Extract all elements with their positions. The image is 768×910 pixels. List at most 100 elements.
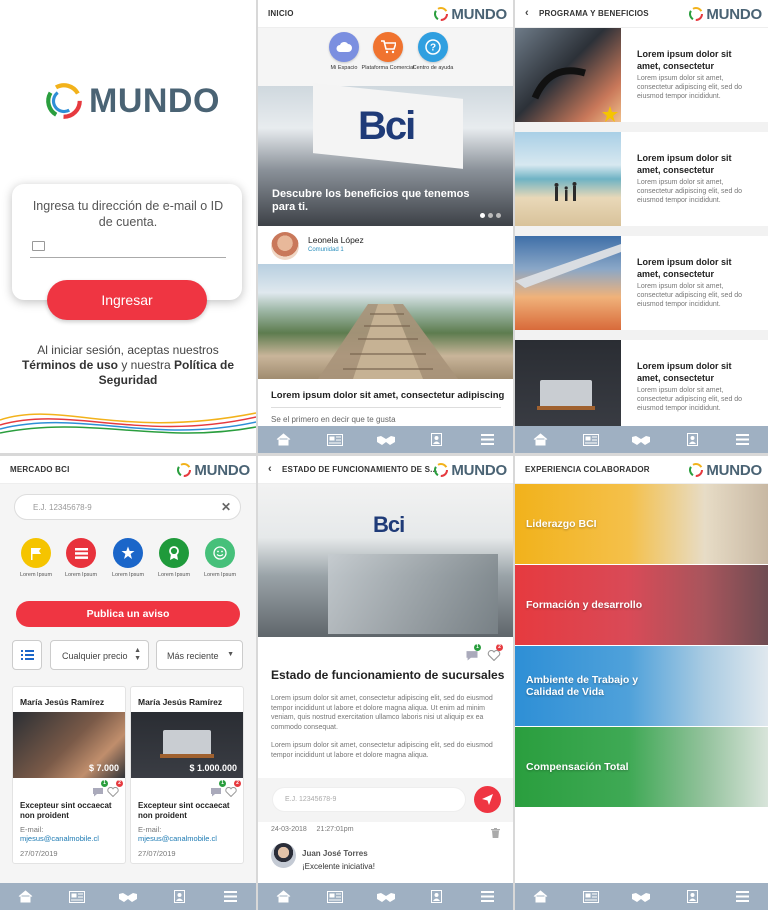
sort-arrows-icon: ▲ ▼ <box>134 647 141 662</box>
post-author[interactable]: Leonela López <box>308 235 364 245</box>
category-item[interactable]: Lorem Ipsum <box>13 538 59 578</box>
home-icon[interactable] <box>274 432 294 448</box>
category-item[interactable]: Lorem Ipsum <box>197 538 243 578</box>
mundo-logo: MUNDO <box>43 80 220 122</box>
category-item[interactable]: Lorem Ipsum <box>58 538 104 578</box>
listing-card[interactable]: María Jesús Ramírez $ 1.000.000 1 2 Exce… <box>130 686 244 864</box>
post-community[interactable]: Comunidad 1 <box>308 247 344 253</box>
listing-email[interactable]: mjesus@canalmobile.cl <box>138 834 217 843</box>
menu-icon[interactable] <box>478 889 498 905</box>
back-icon[interactable]: ‹ <box>525 7 529 19</box>
program-card[interactable]: Lorem ipsum dolor sit amet, consectetur … <box>515 236 768 330</box>
contact-icon[interactable] <box>427 889 447 905</box>
contact-icon[interactable] <box>427 432 447 448</box>
news-icon[interactable] <box>581 432 601 448</box>
experience-band-compensacion[interactable]: Compensación Total <box>515 727 768 807</box>
category-item[interactable]: Lorem Ipsum <box>105 538 151 578</box>
news-icon[interactable] <box>325 432 345 448</box>
panel-divider <box>0 453 768 456</box>
send-button[interactable] <box>474 786 501 813</box>
home-icon[interactable] <box>530 889 550 905</box>
comment-icon[interactable]: 1 <box>210 780 226 797</box>
mundo-logo: MUNDO <box>433 461 507 479</box>
article-hero-image: Bci <box>258 484 513 637</box>
mundo-logo-text: MUNDO <box>451 5 507 23</box>
article-paragraph: Lorem ipsum dolor sit amet, consectetur … <box>271 695 493 731</box>
publish-ad-button[interactable]: Publica un aviso <box>16 601 240 627</box>
news-icon[interactable] <box>325 889 345 905</box>
band-label: Compensación Total <box>526 761 629 773</box>
menu-icon[interactable] <box>733 432 753 448</box>
handshake-icon[interactable] <box>118 889 138 905</box>
contact-icon[interactable] <box>682 889 702 905</box>
comment-author[interactable]: Juan José Torres <box>302 849 368 858</box>
trash-icon[interactable] <box>491 825 500 843</box>
category-item[interactable]: Lorem Ipsum <box>151 538 197 578</box>
heart-icon[interactable]: 2 <box>487 644 503 662</box>
comment-icon[interactable]: 1 <box>465 644 481 661</box>
mundo-logo-text: MUNDO <box>89 81 220 120</box>
heart-icon[interactable]: 2 <box>107 780 123 798</box>
comment-placeholder: E.J. 12345678-9 <box>285 796 337 803</box>
experience-band-ambiente[interactable]: Ambiente de Trabajo y Calidad de Vida <box>515 646 768 726</box>
handshake-icon[interactable] <box>631 432 651 448</box>
price-filter-select[interactable]: Cualquier precio ▲ ▼ <box>50 640 149 670</box>
price-filter-value: Cualquier precio <box>62 651 128 661</box>
cloud-icon <box>329 32 359 62</box>
program-card[interactable]: Lorem ipsum dolor sit amet, consectetur … <box>515 132 768 226</box>
terms-prefix: Al iniciar sesión, aceptas nuestros <box>37 343 219 357</box>
home-icon[interactable] <box>16 889 36 905</box>
market-search-input[interactable]: E.J. 12345678-9 ✕ <box>14 494 241 520</box>
listing-email[interactable]: mjesus@canalmobile.cl <box>20 834 99 843</box>
beach-image <box>515 132 621 226</box>
list-view-toggle[interactable] <box>12 640 42 670</box>
menu-icon[interactable] <box>733 889 753 905</box>
mundo-logo: MUNDO <box>176 461 250 479</box>
mundo-logo-text: MUNDO <box>706 461 762 479</box>
hero-banner[interactable]: Bci Descubre los beneficios que tenemos … <box>258 83 513 226</box>
login-prompt: Ingresa tu dirección de e-mail o ID de c… <box>32 199 224 229</box>
carousel-dots[interactable] <box>480 213 501 218</box>
sort-select[interactable]: Más reciente ▼ <box>156 640 243 670</box>
program-card-title: Lorem ipsum dolor sit amet, consectetur <box>637 257 732 279</box>
program-card[interactable]: Lorem ipsum dolor sit amet, consectetur … <box>515 28 768 122</box>
back-icon[interactable]: ‹ <box>268 463 272 475</box>
comment-input[interactable]: E.J. 12345678-9 <box>272 787 466 812</box>
handshake-icon[interactable] <box>376 889 396 905</box>
program-card[interactable]: Lorem ipsum dolor sit amet, consectetur … <box>515 340 768 434</box>
feed-post: Leonela López Comunidad 1 Lorem ipsum do… <box>258 226 513 426</box>
account-id-input[interactable] <box>30 238 226 258</box>
terms-link[interactable]: Términos de uso <box>22 358 118 372</box>
page-title: MERCADO BCI <box>10 465 70 474</box>
home-icon[interactable] <box>274 889 294 905</box>
listing-date: 27/07/2019 <box>20 849 58 858</box>
id-card-icon <box>32 241 45 251</box>
svg-text:?: ? <box>430 43 436 54</box>
home-icon[interactable] <box>530 432 550 448</box>
menu-icon[interactable] <box>220 889 240 905</box>
menu-icon[interactable] <box>478 432 498 448</box>
comment-date: 24-03-2018 <box>271 826 307 833</box>
handshake-icon[interactable] <box>631 889 651 905</box>
quick-action-centro-ayuda[interactable]: ? Centro de ayuda <box>403 32 463 72</box>
experience-band-formacion[interactable]: Formación y desarrollo <box>515 565 768 645</box>
news-icon[interactable] <box>67 889 87 905</box>
comment-icon[interactable]: 1 <box>92 780 108 797</box>
listing-price: $ 7.000 <box>88 763 119 773</box>
listing-title: Excepteur sint occaecat non proident <box>20 801 112 820</box>
news-icon[interactable] <box>581 889 601 905</box>
heart-icon[interactable]: 2 <box>225 780 241 798</box>
listing-card[interactable]: María Jesús Ramírez $ 7.000 1 2 Excepteu… <box>12 686 126 864</box>
login-button[interactable]: Ingresar <box>47 280 207 320</box>
mundo-logo-mark-icon <box>46 83 82 119</box>
laptop-image <box>515 340 621 434</box>
flag-icon <box>21 538 51 568</box>
post-image[interactable] <box>258 264 513 379</box>
clear-icon[interactable]: ✕ <box>221 500 231 514</box>
post-title[interactable]: Lorem ipsum dolor sit amet, consectetur … <box>271 390 504 401</box>
experience-band-liderazgo[interactable]: Liderazgo BCI <box>515 484 768 564</box>
contact-icon[interactable] <box>682 432 702 448</box>
contact-icon[interactable] <box>169 889 189 905</box>
bottom-nav <box>515 883 768 910</box>
handshake-icon[interactable] <box>376 432 396 448</box>
